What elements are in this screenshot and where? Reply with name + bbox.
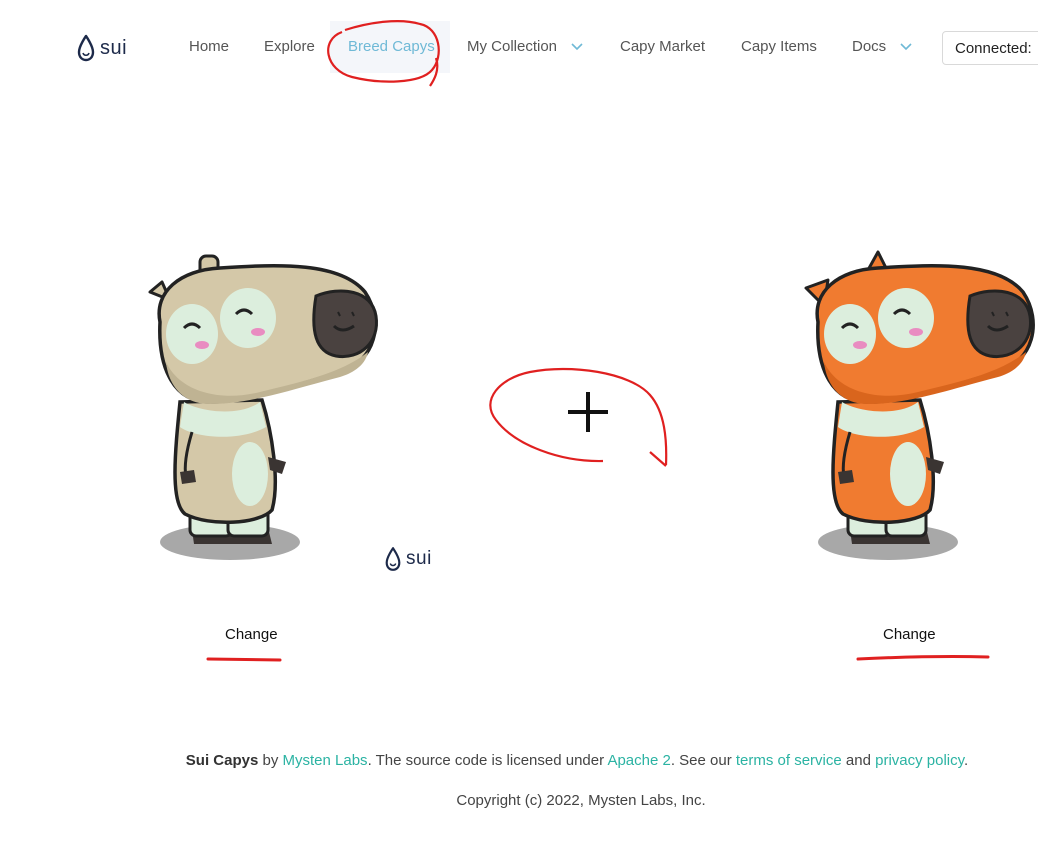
center-sui-logo: sui xyxy=(384,546,432,572)
nav-docs[interactable]: Docs xyxy=(852,38,912,60)
footer-company-link[interactable]: Mysten Labs xyxy=(283,752,368,769)
sui-drop-icon xyxy=(77,34,95,62)
logo-text: sui xyxy=(100,36,128,59)
left-change-underline xyxy=(206,657,282,662)
wallet-connect-button[interactable]: Connected: xyxy=(942,31,1038,65)
left-capy-image xyxy=(148,254,378,560)
right-capy-image xyxy=(804,250,1035,560)
footer-by: by xyxy=(262,752,279,769)
footer-license-text: . The source code is licensed under xyxy=(367,752,605,769)
nav-capy-items[interactable]: Capy Items xyxy=(741,38,817,60)
nav-capy-market[interactable]: Capy Market xyxy=(620,38,705,60)
nav-docs-label: Docs xyxy=(852,38,887,55)
footer-privacy-link[interactable]: privacy policy xyxy=(875,752,964,769)
right-capy-change-button[interactable]: Change xyxy=(883,626,936,643)
footer-license-link[interactable]: Apache 2 xyxy=(607,752,670,769)
nav-my-collection[interactable]: My Collection xyxy=(467,38,583,60)
right-change-underline xyxy=(856,655,990,661)
footer-see-text: . See our xyxy=(670,752,732,769)
footer-copyright: Copyright (c) 2022, Mysten Labs, Inc. xyxy=(456,792,706,809)
nav-home[interactable]: Home xyxy=(189,38,229,60)
center-logo-text: sui xyxy=(406,548,432,569)
nav-breed-capys[interactable]: Breed Capys xyxy=(348,38,435,60)
sui-logo[interactable]: sui xyxy=(76,34,127,62)
footer-and-text: and xyxy=(845,752,871,769)
left-capy-change-button[interactable]: Change xyxy=(225,626,278,643)
footer-brand: Sui Capys xyxy=(185,752,259,769)
footer-period: . xyxy=(964,752,969,769)
chevron-down-icon xyxy=(571,43,583,51)
chevron-down-icon xyxy=(900,43,912,51)
plus-icon xyxy=(568,392,608,432)
sui-drop-icon xyxy=(385,547,401,571)
footer-credits: Sui Capys by Mysten Labs. The source cod… xyxy=(0,752,1038,769)
footer-terms-link[interactable]: terms of service xyxy=(736,752,842,769)
nav-my-collection-label: My Collection xyxy=(467,38,558,55)
nav-explore[interactable]: Explore xyxy=(264,38,315,60)
